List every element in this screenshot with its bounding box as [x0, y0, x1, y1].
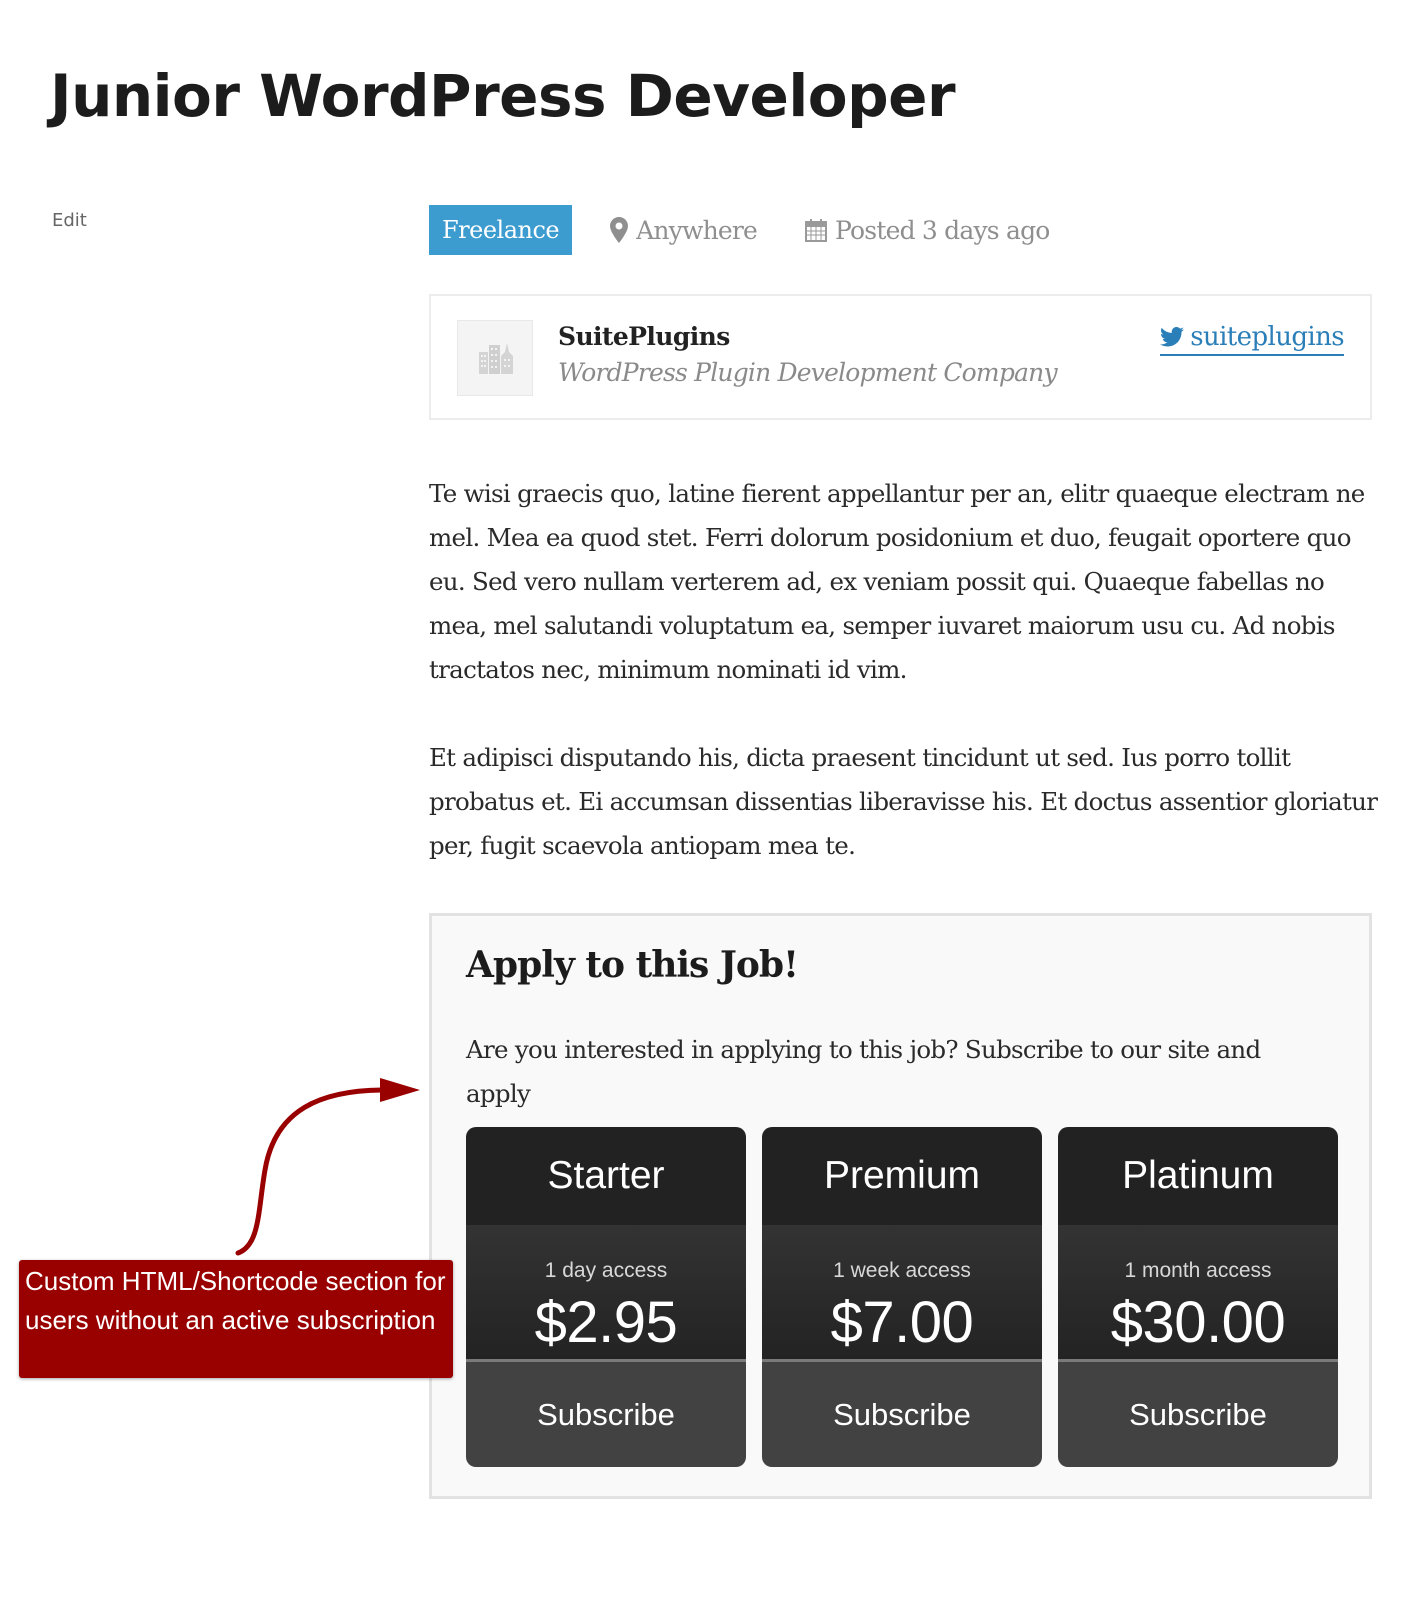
plan-price: $2.95 — [534, 1290, 678, 1355]
apply-title: Apply to this Job! — [466, 944, 799, 986]
plan-price: $7.00 — [830, 1290, 974, 1355]
job-description: Te wisi graecis quo, latine fierent appe… — [429, 472, 1379, 912]
plan-price-area: 1 week access $7.00 — [762, 1225, 1042, 1362]
plan-card-platinum: Platinum 1 month access $30.00 Subscribe — [1058, 1127, 1338, 1467]
subscribe-button-platinum[interactable]: Subscribe — [1058, 1362, 1338, 1467]
company-twitter-link[interactable]: suiteplugins — [1160, 322, 1345, 356]
plan-card-starter: Starter 1 day access $2.95 Subscribe — [466, 1127, 746, 1467]
description-paragraph: Et adipisci disputando his, dicta praese… — [429, 743, 1378, 860]
annotation-arrow-icon — [235, 1078, 420, 1256]
map-pin-icon — [610, 217, 629, 243]
twitter-bird-icon — [1160, 327, 1185, 347]
posted-text: Posted 3 days ago — [835, 215, 1050, 245]
plan-name: Premium — [762, 1127, 1042, 1225]
plan-duration: 1 month access — [1124, 1259, 1272, 1282]
subscribe-button-starter[interactable]: Subscribe — [466, 1362, 746, 1467]
job-type-badge: Freelance — [429, 205, 573, 255]
company-tagline: WordPress Plugin Development Company — [558, 358, 1058, 387]
plan-duration: 1 day access — [544, 1259, 668, 1282]
company-name: SuitePlugins — [558, 322, 730, 351]
plan-name: Platinum — [1058, 1127, 1338, 1225]
calendar-icon — [805, 219, 828, 242]
apply-section: Apply to this Job! Are you interested in… — [429, 913, 1372, 1499]
annotation-callout: Custom HTML/Shortcode section for users … — [19, 1260, 453, 1378]
plan-price: $30.00 — [1110, 1290, 1286, 1355]
description-paragraph: Te wisi graecis quo, latine fierent appe… — [429, 479, 1365, 684]
company-card: SuitePlugins WordPress Plugin Developmen… — [429, 294, 1372, 420]
job-location: Anywhere — [610, 215, 758, 245]
subscribe-button-premium[interactable]: Subscribe — [762, 1362, 1042, 1467]
building-icon — [479, 343, 513, 374]
plan-duration: 1 week access — [833, 1259, 971, 1282]
plan-name: Starter — [466, 1127, 746, 1225]
edit-link[interactable]: Edit — [52, 210, 87, 231]
plan-price-area: 1 month access $30.00 — [1058, 1225, 1338, 1362]
pricing-plans: Starter 1 day access $2.95 Subscribe Pre… — [466, 1127, 1338, 1467]
company-logo — [457, 320, 533, 396]
job-date: Posted 3 days ago — [805, 216, 1050, 245]
location-text: Anywhere — [636, 215, 758, 245]
twitter-handle: suiteplugins — [1190, 322, 1344, 352]
apply-text: Are you interested in applying to this j… — [466, 1035, 1261, 1108]
plan-price-area: 1 day access $2.95 — [466, 1225, 746, 1362]
plan-card-premium: Premium 1 week access $7.00 Subscribe — [762, 1127, 1042, 1467]
job-meta: Freelance Anywhere Posted 3 days ago — [429, 205, 1050, 255]
page-title: Junior WordPress Developer — [50, 62, 956, 130]
